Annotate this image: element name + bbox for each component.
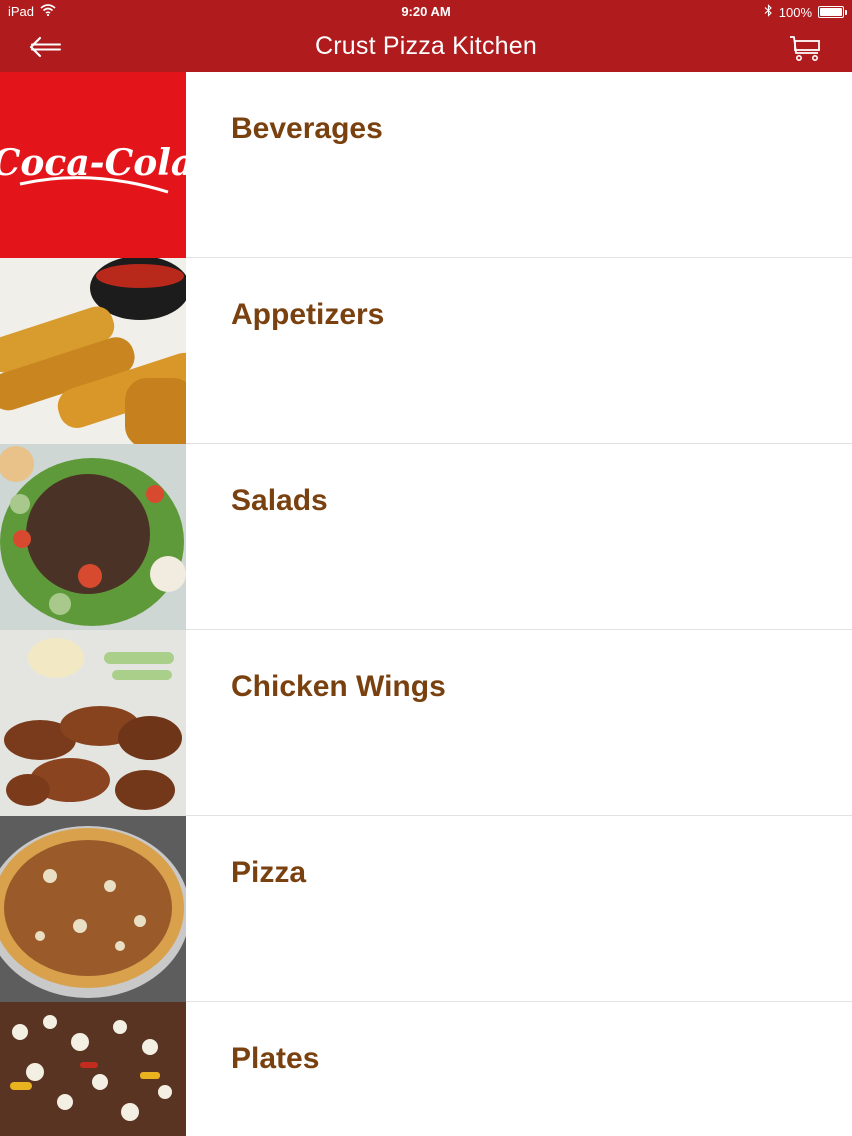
category-row-salads[interactable]: Salads bbox=[0, 444, 852, 630]
nav-bar: Crust Pizza Kitchen bbox=[0, 24, 852, 72]
chicken-wings-image bbox=[0, 630, 186, 816]
status-time: 9:20 AM bbox=[401, 4, 451, 19]
battery-percent: 100% bbox=[778, 4, 812, 20]
category-label: Appetizers bbox=[231, 298, 385, 331]
plates-image bbox=[0, 1002, 186, 1136]
mozzarella-sticks-image bbox=[0, 258, 186, 444]
category-row-chicken-wings[interactable]: Chicken Wings bbox=[0, 630, 852, 816]
category-row-beverages[interactable]: Coca-Cola Beverages bbox=[0, 72, 852, 258]
category-label: Plates bbox=[231, 1042, 320, 1075]
bluetooth-icon bbox=[764, 4, 773, 20]
category-row-plates[interactable]: Plates bbox=[0, 1002, 852, 1136]
status-bar: iPad 9:20 AM 100% bbox=[0, 0, 852, 24]
coca-cola-logo-image: Coca-Cola bbox=[0, 72, 186, 258]
category-row-pizza[interactable]: Pizza bbox=[0, 816, 852, 1002]
pizza-image bbox=[0, 816, 186, 1002]
cart-icon bbox=[790, 36, 820, 61]
category-list: Coca-Cola Beverages Appetizers Salads Ch… bbox=[0, 72, 852, 1136]
battery-fill bbox=[820, 8, 842, 16]
category-label: Chicken Wings bbox=[231, 670, 446, 703]
category-label: Beverages bbox=[231, 112, 383, 145]
salad-image bbox=[0, 444, 186, 630]
status-right: 100% bbox=[764, 4, 847, 20]
app-header: iPad 9:20 AM 100% Crust Pizza Kitchen bbox=[0, 0, 852, 72]
cart-button[interactable] bbox=[788, 34, 824, 62]
category-label: Pizza bbox=[231, 856, 307, 889]
page-title: Crust Pizza Kitchen bbox=[315, 32, 537, 60]
battery-icon bbox=[818, 6, 847, 18]
category-label: Salads bbox=[231, 484, 328, 517]
category-row-appetizers[interactable]: Appetizers bbox=[0, 258, 852, 444]
